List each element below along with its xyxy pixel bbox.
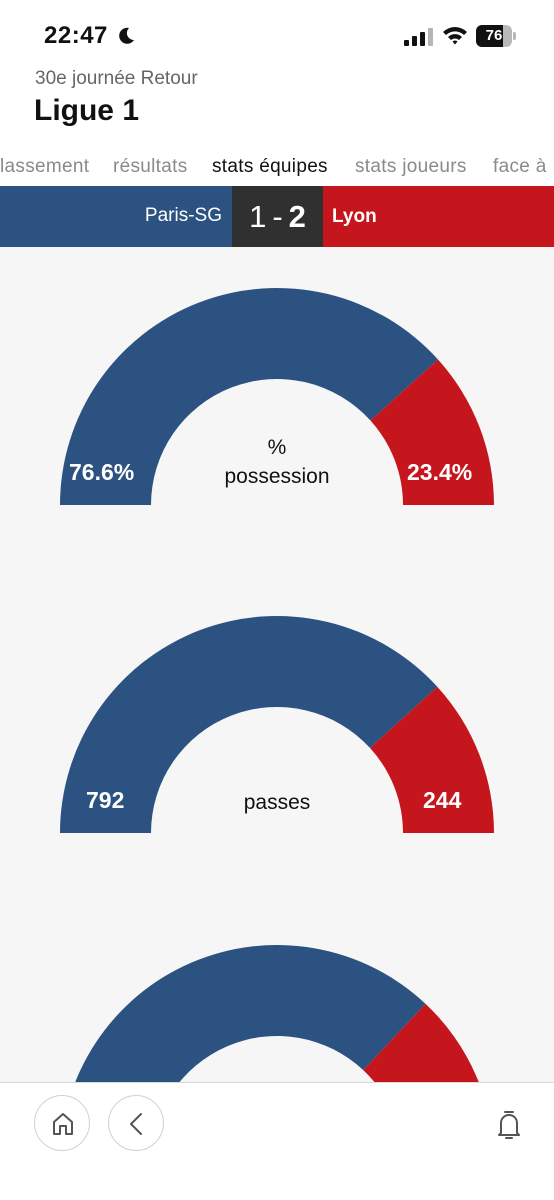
score-box: 1-2 bbox=[232, 186, 323, 247]
passes-away-value: 244 bbox=[423, 787, 462, 813]
team-stats-content[interactable]: % possession 76.6% 23.4% passes 792 244 bbox=[0, 247, 554, 1082]
bell-icon[interactable] bbox=[494, 1109, 524, 1141]
possession-gauge: % possession 76.6% 23.4% bbox=[0, 287, 554, 517]
match-banner[interactable]: Paris-SG 1-2 Lyon bbox=[0, 186, 554, 247]
tab-bar: lassement résultats stats équipes stats … bbox=[0, 156, 554, 186]
status-time: 22:47 bbox=[44, 22, 108, 49]
home-button[interactable] bbox=[34, 1095, 90, 1151]
tab-stats-joueurs[interactable]: stats joueurs bbox=[355, 156, 467, 178]
home-score: 1 bbox=[249, 199, 267, 234]
match-score: 1-2 bbox=[232, 199, 323, 235]
home-icon bbox=[53, 1113, 73, 1135]
passes-label-line2: passes bbox=[243, 791, 311, 814]
wifi-icon bbox=[443, 27, 467, 45]
possession-label-line2: possession bbox=[224, 465, 330, 488]
bottom-toolbar bbox=[0, 1082, 554, 1200]
tab-classement[interactable]: lassement bbox=[0, 156, 89, 178]
back-icon bbox=[130, 1113, 142, 1135]
tab-stats-equipes[interactable]: stats équipes bbox=[212, 156, 328, 178]
possession-home-value: 76.6% bbox=[69, 459, 135, 485]
passes-home-value: 792 bbox=[86, 787, 125, 813]
away-team-panel: Lyon bbox=[323, 186, 554, 247]
third-stat-home-arc bbox=[75, 945, 426, 1082]
battery-level: 76 bbox=[485, 27, 503, 44]
third-stat-gauge-chart bbox=[75, 945, 479, 1082]
moon-icon bbox=[119, 27, 134, 44]
tab-resultats[interactable]: résultats bbox=[113, 156, 188, 178]
signal-icon bbox=[404, 28, 433, 46]
status-bar: 22:47 76 bbox=[0, 0, 554, 70]
page-title: Ligue 1 bbox=[34, 94, 140, 127]
home-team-name: Paris-SG bbox=[144, 205, 222, 226]
possession-label-line1: % bbox=[267, 436, 287, 459]
page-subtitle: 30e journée Retour bbox=[35, 68, 198, 89]
possession-away-value: 23.4% bbox=[407, 459, 473, 485]
back-button[interactable] bbox=[108, 1095, 164, 1151]
battery-icon: 76 bbox=[476, 25, 516, 47]
away-team-name: Lyon bbox=[332, 206, 377, 227]
home-team-panel: Paris-SG bbox=[0, 186, 232, 247]
away-score: 2 bbox=[288, 199, 306, 234]
third-stat-gauge bbox=[0, 944, 554, 1082]
tab-face-a[interactable]: face à bbox=[493, 156, 547, 178]
score-separator: - bbox=[272, 199, 283, 234]
passes-gauge: passes 792 244 bbox=[0, 615, 554, 845]
